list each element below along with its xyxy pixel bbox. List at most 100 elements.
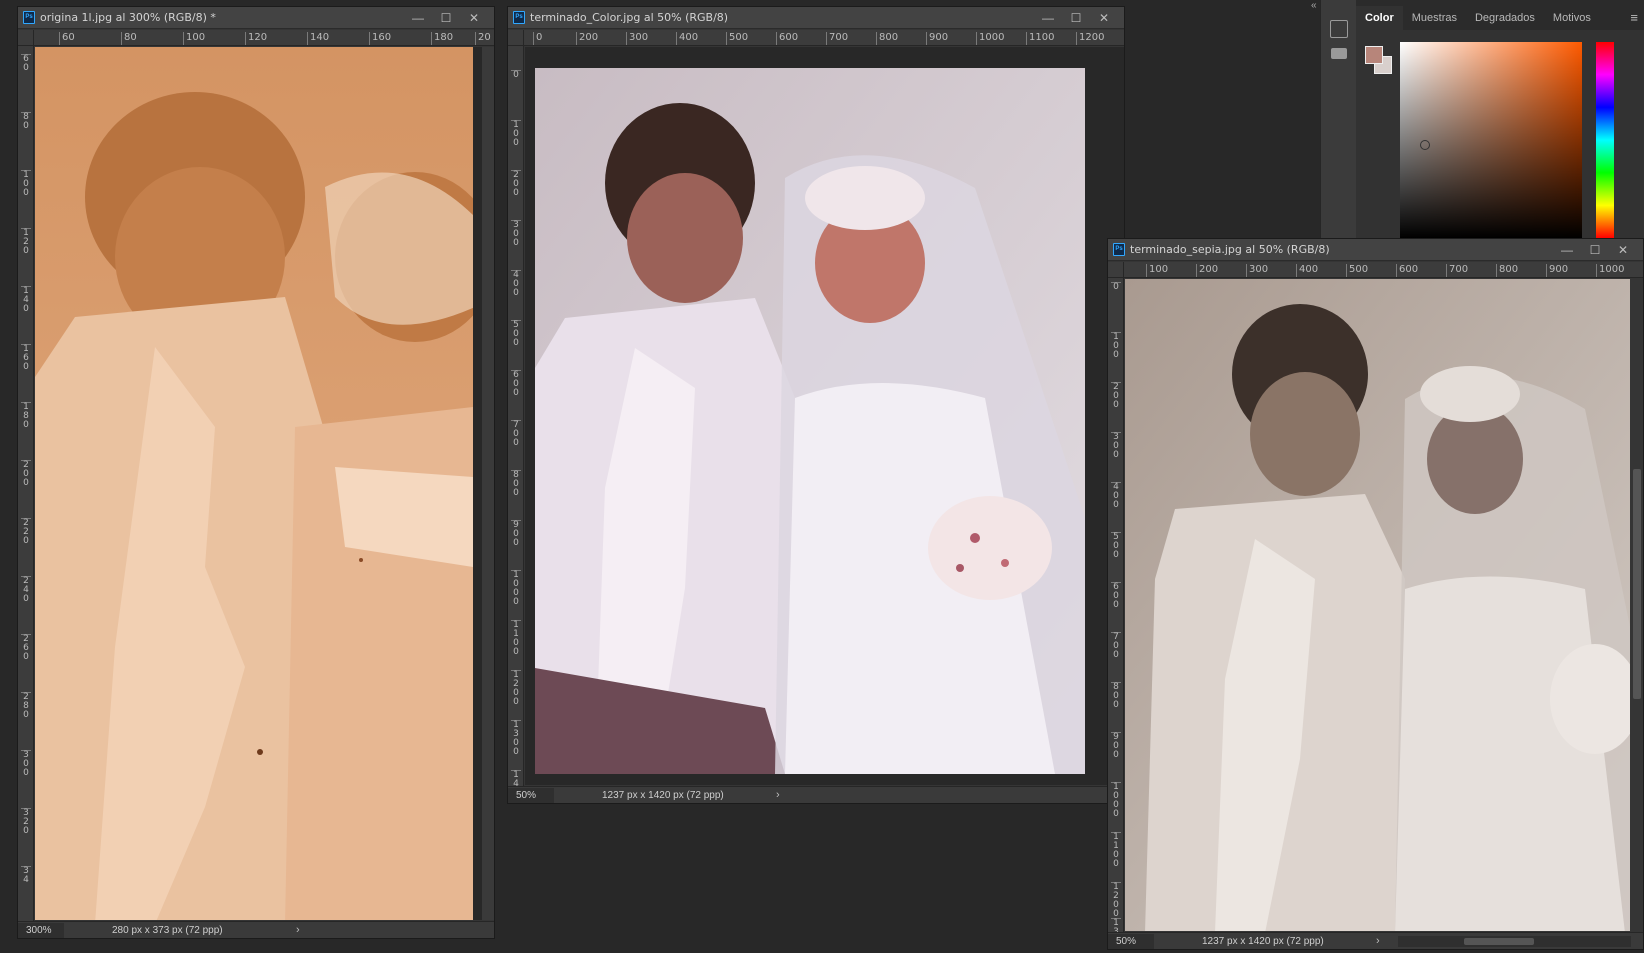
document-canvas[interactable] [525, 47, 1124, 785]
maximize-button[interactable]: ☐ [1581, 239, 1609, 261]
tab-gradients[interactable]: Degradados [1466, 6, 1544, 30]
ruler-tick: 600 [1396, 264, 1418, 277]
ruler-corner[interactable] [508, 30, 524, 46]
ruler-tick: 100 [21, 170, 31, 198]
comment-icon[interactable] [1331, 48, 1347, 59]
ruler-tick: 1300 [511, 720, 521, 757]
document-window-sepia[interactable]: Ps terminado_sepia.jpg al 50% (RGB/8) — … [1107, 238, 1644, 950]
minimize-button[interactable]: — [1034, 7, 1062, 29]
document-titlebar[interactable]: Ps terminado_sepia.jpg al 50% (RGB/8) — … [1108, 239, 1643, 261]
close-button[interactable]: ✕ [460, 7, 488, 29]
close-button[interactable]: ✕ [1609, 239, 1637, 261]
photo-restored-color [535, 68, 1085, 774]
document-canvas[interactable] [1125, 279, 1630, 931]
photo-sepia-illustration [1125, 279, 1630, 931]
photo-color-illustration [535, 68, 1085, 774]
maximize-button[interactable]: ☐ [1062, 7, 1090, 29]
color-picker-cursor[interactable] [1420, 140, 1430, 150]
ruler-tick: 900 [926, 32, 948, 45]
vertical-scrollbar[interactable] [482, 47, 494, 920]
ruler-tick: 0 [511, 70, 521, 80]
close-button[interactable]: ✕ [1090, 7, 1118, 29]
document-info: 1237 px x 1420 px (72 ppp) [602, 789, 724, 801]
photo-original-illustration [35, 47, 473, 920]
ruler-tick: 120 [245, 32, 267, 45]
chevron-right-icon[interactable]: › [1376, 935, 1380, 947]
ruler-tick: 1100 [1026, 32, 1054, 45]
horizontal-scrollbar-thumb[interactable] [1464, 938, 1534, 945]
hue-slider[interactable] [1596, 42, 1614, 238]
ruler-corner[interactable] [18, 30, 34, 46]
ruler-tick: 80 [21, 112, 31, 131]
document-title: terminado_Color.jpg al 50% (RGB/8) [530, 11, 729, 24]
ruler-tick: 900 [1111, 732, 1121, 760]
ruler-tick: 1000 [976, 32, 1004, 45]
panel-menu-icon[interactable]: ≡ [1630, 6, 1638, 30]
document-titlebar[interactable]: Ps origina 1l.jpg al 300% (RGB/8) * — ☐ … [18, 7, 494, 29]
ruler-tick: 320 [21, 808, 31, 836]
document-window-original[interactable]: Ps origina 1l.jpg al 300% (RGB/8) * — ☐ … [17, 6, 495, 939]
ruler-tick: 100 [183, 32, 205, 45]
ruler-tick: 180 [21, 402, 31, 430]
ruler-tick: 500 [726, 32, 748, 45]
ruler-tick: 160 [369, 32, 391, 45]
ruler-tick: 700 [1111, 632, 1121, 660]
photoshop-doc-icon: Ps [513, 11, 525, 24]
foreground-color-swatch[interactable] [1365, 46, 1383, 64]
horizontal-ruler[interactable]: 60 80 100 120 140 160 180 20 [34, 30, 494, 46]
document-titlebar[interactable]: Ps terminado_Color.jpg al 50% (RGB/8) — … [508, 7, 1124, 29]
color-panel-tabs: Color Muestras Degradados Motivos ≡ [1356, 0, 1644, 30]
document-canvas[interactable] [35, 47, 494, 920]
ruler-tick: 800 [876, 32, 898, 45]
horizontal-ruler[interactable]: 100 200 300 400 500 600 700 800 900 1000 [1124, 262, 1643, 278]
color-panel: Color Muestras Degradados Motivos ≡ [1356, 0, 1644, 238]
zoom-level[interactable]: 50% [508, 787, 554, 803]
vertical-scrollbar[interactable] [1631, 279, 1643, 931]
minimize-button[interactable]: — [404, 7, 432, 29]
tab-patterns[interactable]: Motivos [1544, 6, 1600, 30]
horizontal-ruler[interactable]: 0 200 300 400 500 600 700 800 900 1000 1… [524, 30, 1124, 46]
ruler-tick: 600 [1111, 582, 1121, 610]
ruler-tick: 400 [511, 270, 521, 298]
ruler-tick: 300 [1111, 432, 1121, 460]
ruler-tick: 60 [59, 32, 75, 45]
tab-swatches[interactable]: Muestras [1403, 6, 1466, 30]
ruler-tick: 700 [826, 32, 848, 45]
ruler-tick: 220 [21, 518, 31, 546]
chevron-right-icon[interactable]: › [296, 924, 300, 936]
maximize-button[interactable]: ☐ [432, 7, 460, 29]
history-panel-icon[interactable] [1330, 20, 1348, 38]
document-window-color[interactable]: Ps terminado_Color.jpg al 50% (RGB/8) — … [507, 6, 1125, 804]
ruler-tick: 120 [21, 228, 31, 256]
vertical-ruler[interactable]: 60 80 100 120 140 160 180 200 220 240 26… [18, 46, 34, 921]
panel-icon-strip: « [1311, 0, 1356, 238]
collapse-panels-icon[interactable]: « [1311, 0, 1317, 11]
saturation-brightness-field[interactable] [1400, 42, 1582, 238]
photoshop-doc-icon: Ps [23, 11, 35, 24]
ruler-tick: 60 [21, 54, 31, 73]
vertical-scrollbar-thumb[interactable] [1633, 469, 1641, 699]
ruler-tick: 1100 [1111, 832, 1121, 869]
ruler-tick: 100 [511, 120, 521, 148]
ruler-tick: 300 [21, 750, 31, 778]
chevron-right-icon[interactable]: › [776, 789, 780, 801]
ruler-tick: 800 [1496, 264, 1518, 277]
ruler-tick: 100 [1111, 332, 1121, 360]
ruler-tick: 500 [1111, 532, 1121, 560]
ruler-tick: 600 [776, 32, 798, 45]
ruler-tick: 240 [21, 576, 31, 604]
ruler-tick: 1200 [1076, 32, 1104, 45]
ruler-tick: 34 [21, 866, 31, 885]
zoom-level[interactable]: 300% [18, 922, 64, 938]
tab-color[interactable]: Color [1356, 6, 1403, 30]
vertical-ruler[interactable]: 0 100 200 300 400 500 600 700 800 900 10… [1108, 278, 1124, 949]
ruler-corner[interactable] [1108, 262, 1124, 278]
zoom-level[interactable]: 50% [1108, 933, 1154, 949]
ruler-tick: 800 [1111, 682, 1121, 710]
ruler-tick: 400 [676, 32, 698, 45]
horizontal-scrollbar[interactable] [1398, 936, 1631, 947]
vertical-ruler[interactable]: 0 100 200 300 400 500 600 700 800 900 10… [508, 46, 524, 789]
minimize-button[interactable]: — [1553, 239, 1581, 261]
photo-restored-sepia [1125, 279, 1630, 931]
ruler-tick: 800 [511, 470, 521, 498]
